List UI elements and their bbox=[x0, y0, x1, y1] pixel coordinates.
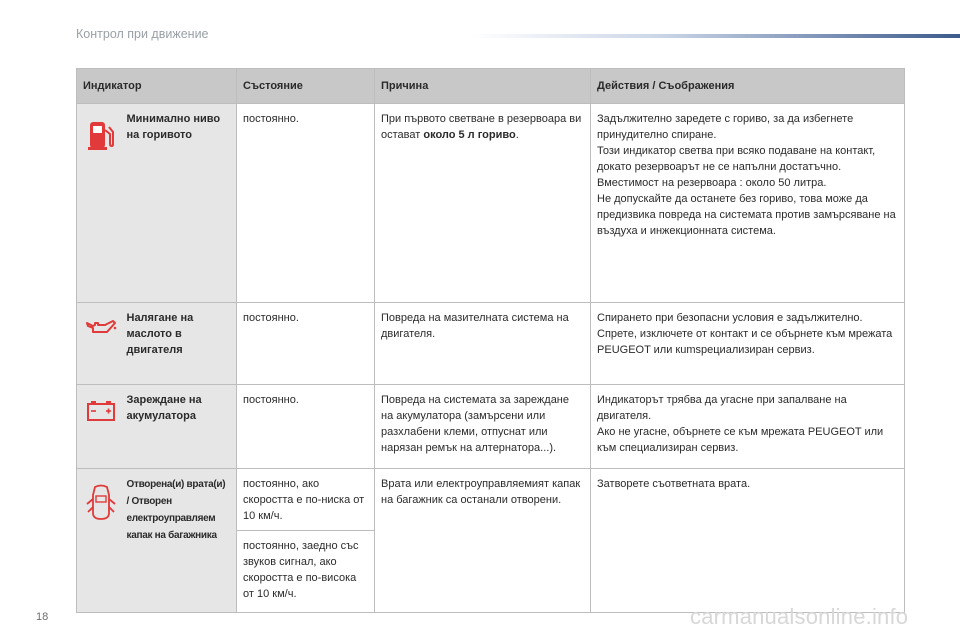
state-text-secondary: постоянно, заедно със звуков сигнал, ако… bbox=[236, 530, 376, 613]
indicator-name: Зареждане на акумулатора bbox=[124, 384, 238, 469]
indicator-name: Отворена(и) врата(и) / Отворен електроуп… bbox=[124, 468, 238, 613]
section-title: Контрол при движение bbox=[76, 27, 209, 41]
header-action: Действия / Съображения bbox=[590, 68, 906, 104]
header-cause: Причина bbox=[374, 68, 592, 104]
action-text: Затворете съответната врата. bbox=[590, 468, 906, 613]
oil-can-icon bbox=[76, 302, 125, 385]
indicator-name: Налягане на маслото в двигателя bbox=[124, 302, 238, 385]
watermark: carmanualsonline.info bbox=[690, 604, 909, 629]
page-number: 18 bbox=[36, 611, 49, 623]
fuel-pump-icon bbox=[76, 103, 125, 303]
table-row: Минимално ниво на горивото постоянно. Пр… bbox=[76, 103, 906, 303]
cause-text: При първото светване в резервоара ви ост… bbox=[374, 103, 592, 303]
header-state: Състояние bbox=[236, 68, 376, 104]
cause-text: Повреда на системата за зареждане на аку… bbox=[374, 384, 592, 469]
table-header-row: Индикатор Състояние Причина Действия / С… bbox=[75, 68, 906, 104]
state-text: постоянно. bbox=[236, 103, 376, 303]
header-indicator: Индикатор bbox=[75, 68, 238, 104]
table-row: Зареждане на акумулатора постоянно. Повр… bbox=[76, 384, 906, 469]
indicator-name: Минимално ниво на горивото bbox=[124, 103, 238, 303]
action-text: Задължително заредете с гориво, за да из… bbox=[590, 103, 906, 303]
cause-text: Врата или електроуправляемият капак на б… bbox=[374, 468, 592, 613]
car-door-open-icon bbox=[76, 468, 125, 613]
table-row: Налягане на маслото в двигателя постоянн… bbox=[76, 302, 906, 385]
action-text: Спирането при безопасни условия е задълж… bbox=[590, 302, 906, 385]
action-text: Индикаторът трябва да угасне при запалва… bbox=[590, 384, 906, 469]
battery-icon bbox=[76, 384, 125, 469]
state-text: постоянно, ако скоростта е по-ниска от 1… bbox=[236, 468, 376, 531]
cause-text: Повреда на мазителната система на двигат… bbox=[374, 302, 592, 385]
table-row: Отворена(и) врата(и) / Отворен електроуп… bbox=[76, 468, 906, 613]
state-text: постоянно. bbox=[236, 302, 376, 385]
state-text: постоянно. bbox=[236, 384, 376, 469]
header-gradient-bar bbox=[470, 34, 960, 38]
indicator-table: Индикатор Състояние Причина Действия / С… bbox=[75, 68, 906, 613]
